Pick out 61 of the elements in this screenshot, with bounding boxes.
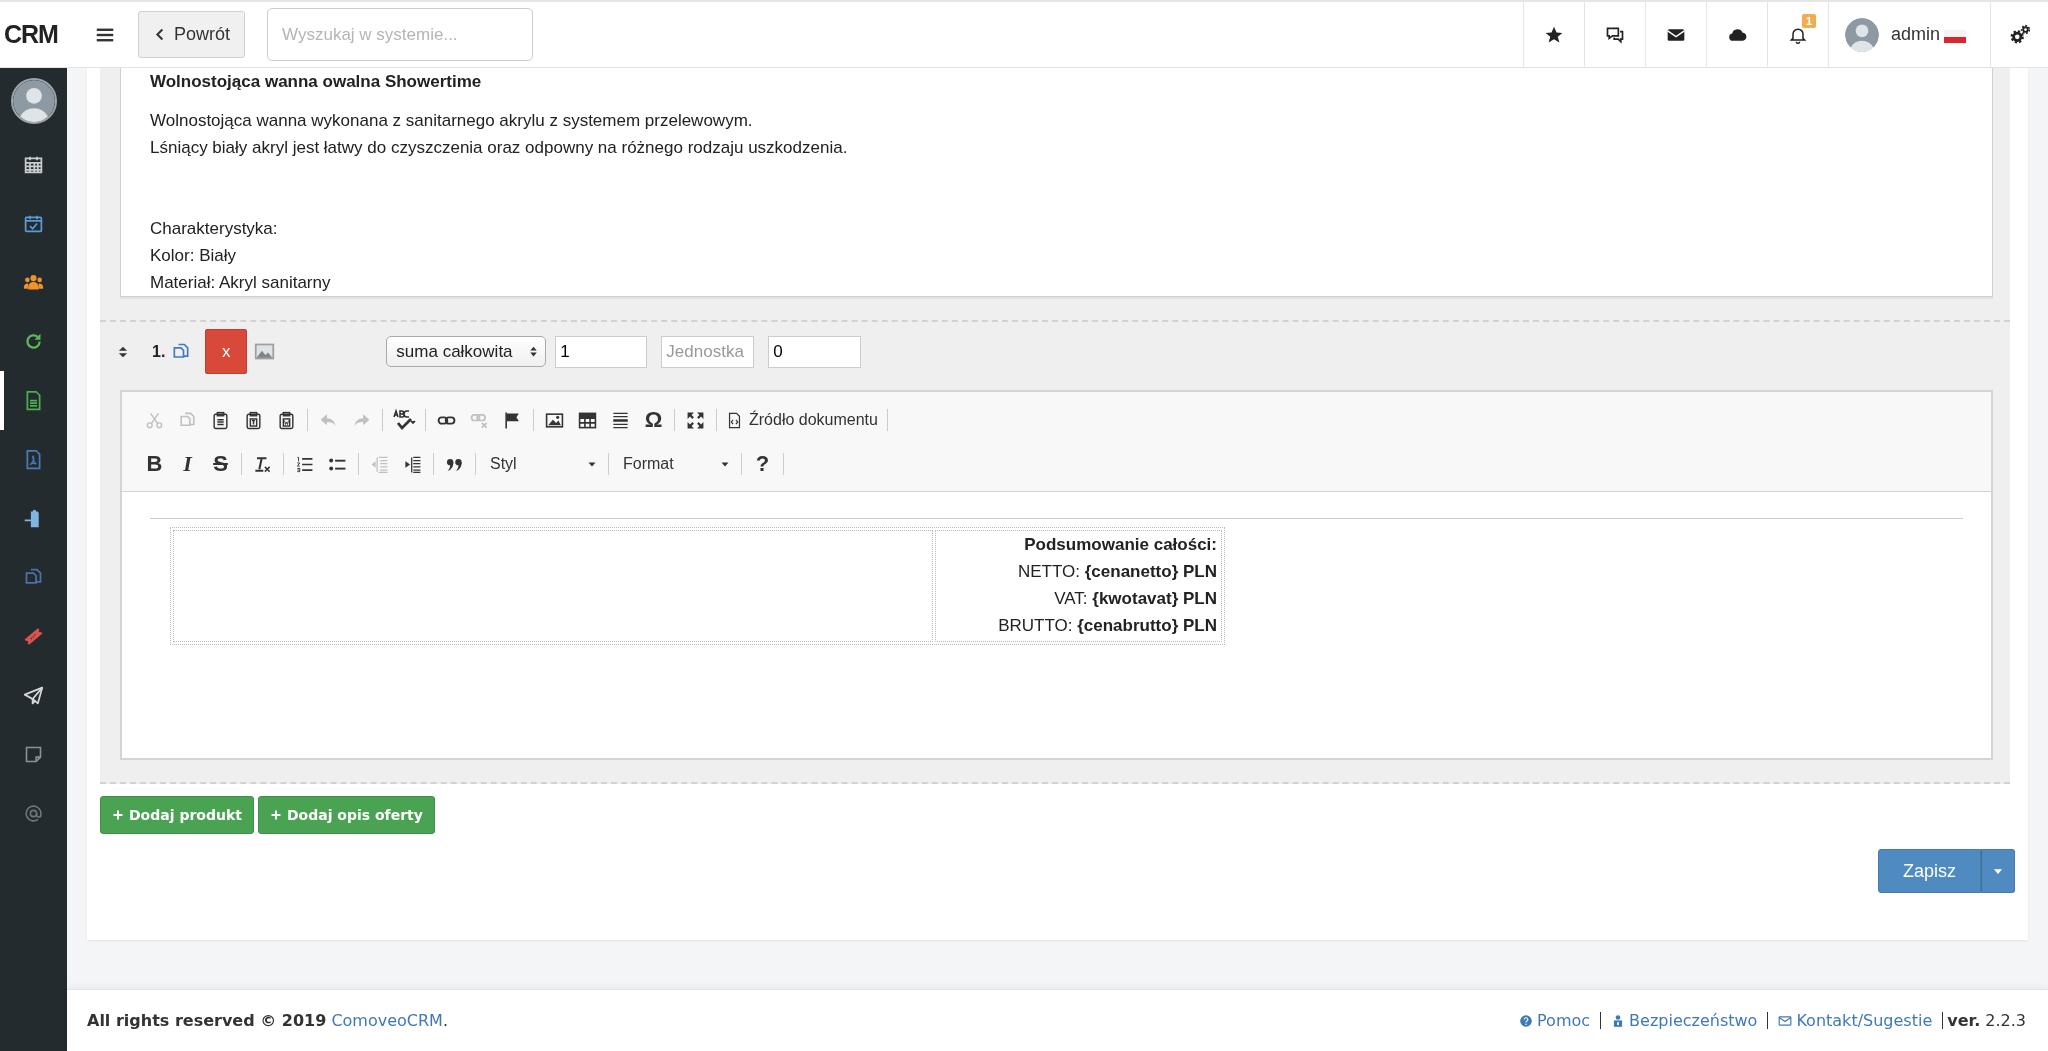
avatar-icon [1844,17,1879,52]
summary-line: BRUTTO: {cenabrutto} PLN [997,615,1217,637]
product-title: Wolnostojąca wanna owalna Showertime [150,71,483,93]
table-icon [578,410,597,430]
brand-link[interactable]: ComoveoCRM [331,1011,443,1030]
lines-icon [611,410,630,430]
toolbar-dropdown[interactable]: Format [613,449,737,479]
paste-text-icon [244,410,263,430]
item-number: 1. [152,342,166,361]
description-line: Lśniący biały akryl jest łatwy do czyszczenia oraz odpowny na różnego rodzaju uszkodzenia. [150,137,849,159]
source-button[interactable]: Źródło dokumentu [721,405,883,435]
description-line: Materiał: Akryl sanitarny [150,272,332,294]
source-icon [726,411,743,429]
paste-word-icon [277,410,296,430]
summary-line: NETTO: {cenanetto} PLN [1017,561,1217,583]
envelope-icon [1778,1013,1793,1028]
avatar-icon [12,80,55,122]
search-field[interactable]: Wyszukaj w systemie... [267,8,534,61]
notification-badge: 1 [1801,13,1817,28]
paste-icon [211,410,230,430]
settings-icon [2008,23,2031,46]
user-menu[interactable]: admin [1827,1,1990,68]
maximize-icon [686,410,705,430]
save-button[interactable]: Zapisz [1878,849,1981,893]
description-line: Charakterystyka: [150,218,279,240]
footer-link[interactable]: Kontakt/Sugestie [1778,1011,1933,1030]
image-icon [545,410,564,430]
clear-format-icon [253,454,272,474]
image-placeholder-icon [254,341,276,362]
italic-button[interactable]: I [171,449,204,479]
summary-title: Podsumowanie całości: [1023,534,1217,556]
sort-handle-icon[interactable] [116,344,130,359]
indent-icon [403,454,422,474]
plus-icon [112,809,124,821]
footer-link[interactable]: Pomoc [1519,1011,1591,1030]
copyright-text: All rights reserved © 2019 ComoveoCRM. [87,1011,448,1030]
description-line: Kolor: Biały [150,245,237,267]
delete-button[interactable]: x [205,329,248,374]
plus-icon [269,809,282,821]
unit-field[interactable]: Jednostka [661,335,755,368]
numbered-list-icon [295,454,314,474]
toolbar-button[interactable]: ? [746,449,779,479]
version-text: ver. 2.2.3 [1947,1011,2026,1030]
flag-icon [1944,30,1966,43]
logo-text[interactable]: CRM [0,20,68,49]
back-button[interactable]: Powrót [138,11,246,58]
outdent-icon [370,454,389,474]
summary-line: VAT: {kwotavat} PLN [1053,588,1217,610]
price-field[interactable]: 0 [768,335,862,368]
bold-button[interactable]: B [138,449,171,479]
strikethrough-button[interactable]: S [204,449,237,479]
quantity-field[interactable]: 1 [555,335,648,368]
help-icon [1519,1013,1534,1028]
toolbar-button[interactable]: Ω [637,405,670,435]
cut-icon [145,410,164,430]
footer-link[interactable]: Bezpieczeństwo [1611,1011,1758,1030]
spellcheck-icon [392,408,416,432]
amount-type-select[interactable]: suma całkowita [386,336,547,367]
flag-icon [503,410,522,430]
toolbar-dropdown[interactable]: Styl [480,449,604,479]
description-line: Wolnostojąca wanna wykonana z sanitarnego akrylu z systemem przelewowym. [150,110,754,132]
